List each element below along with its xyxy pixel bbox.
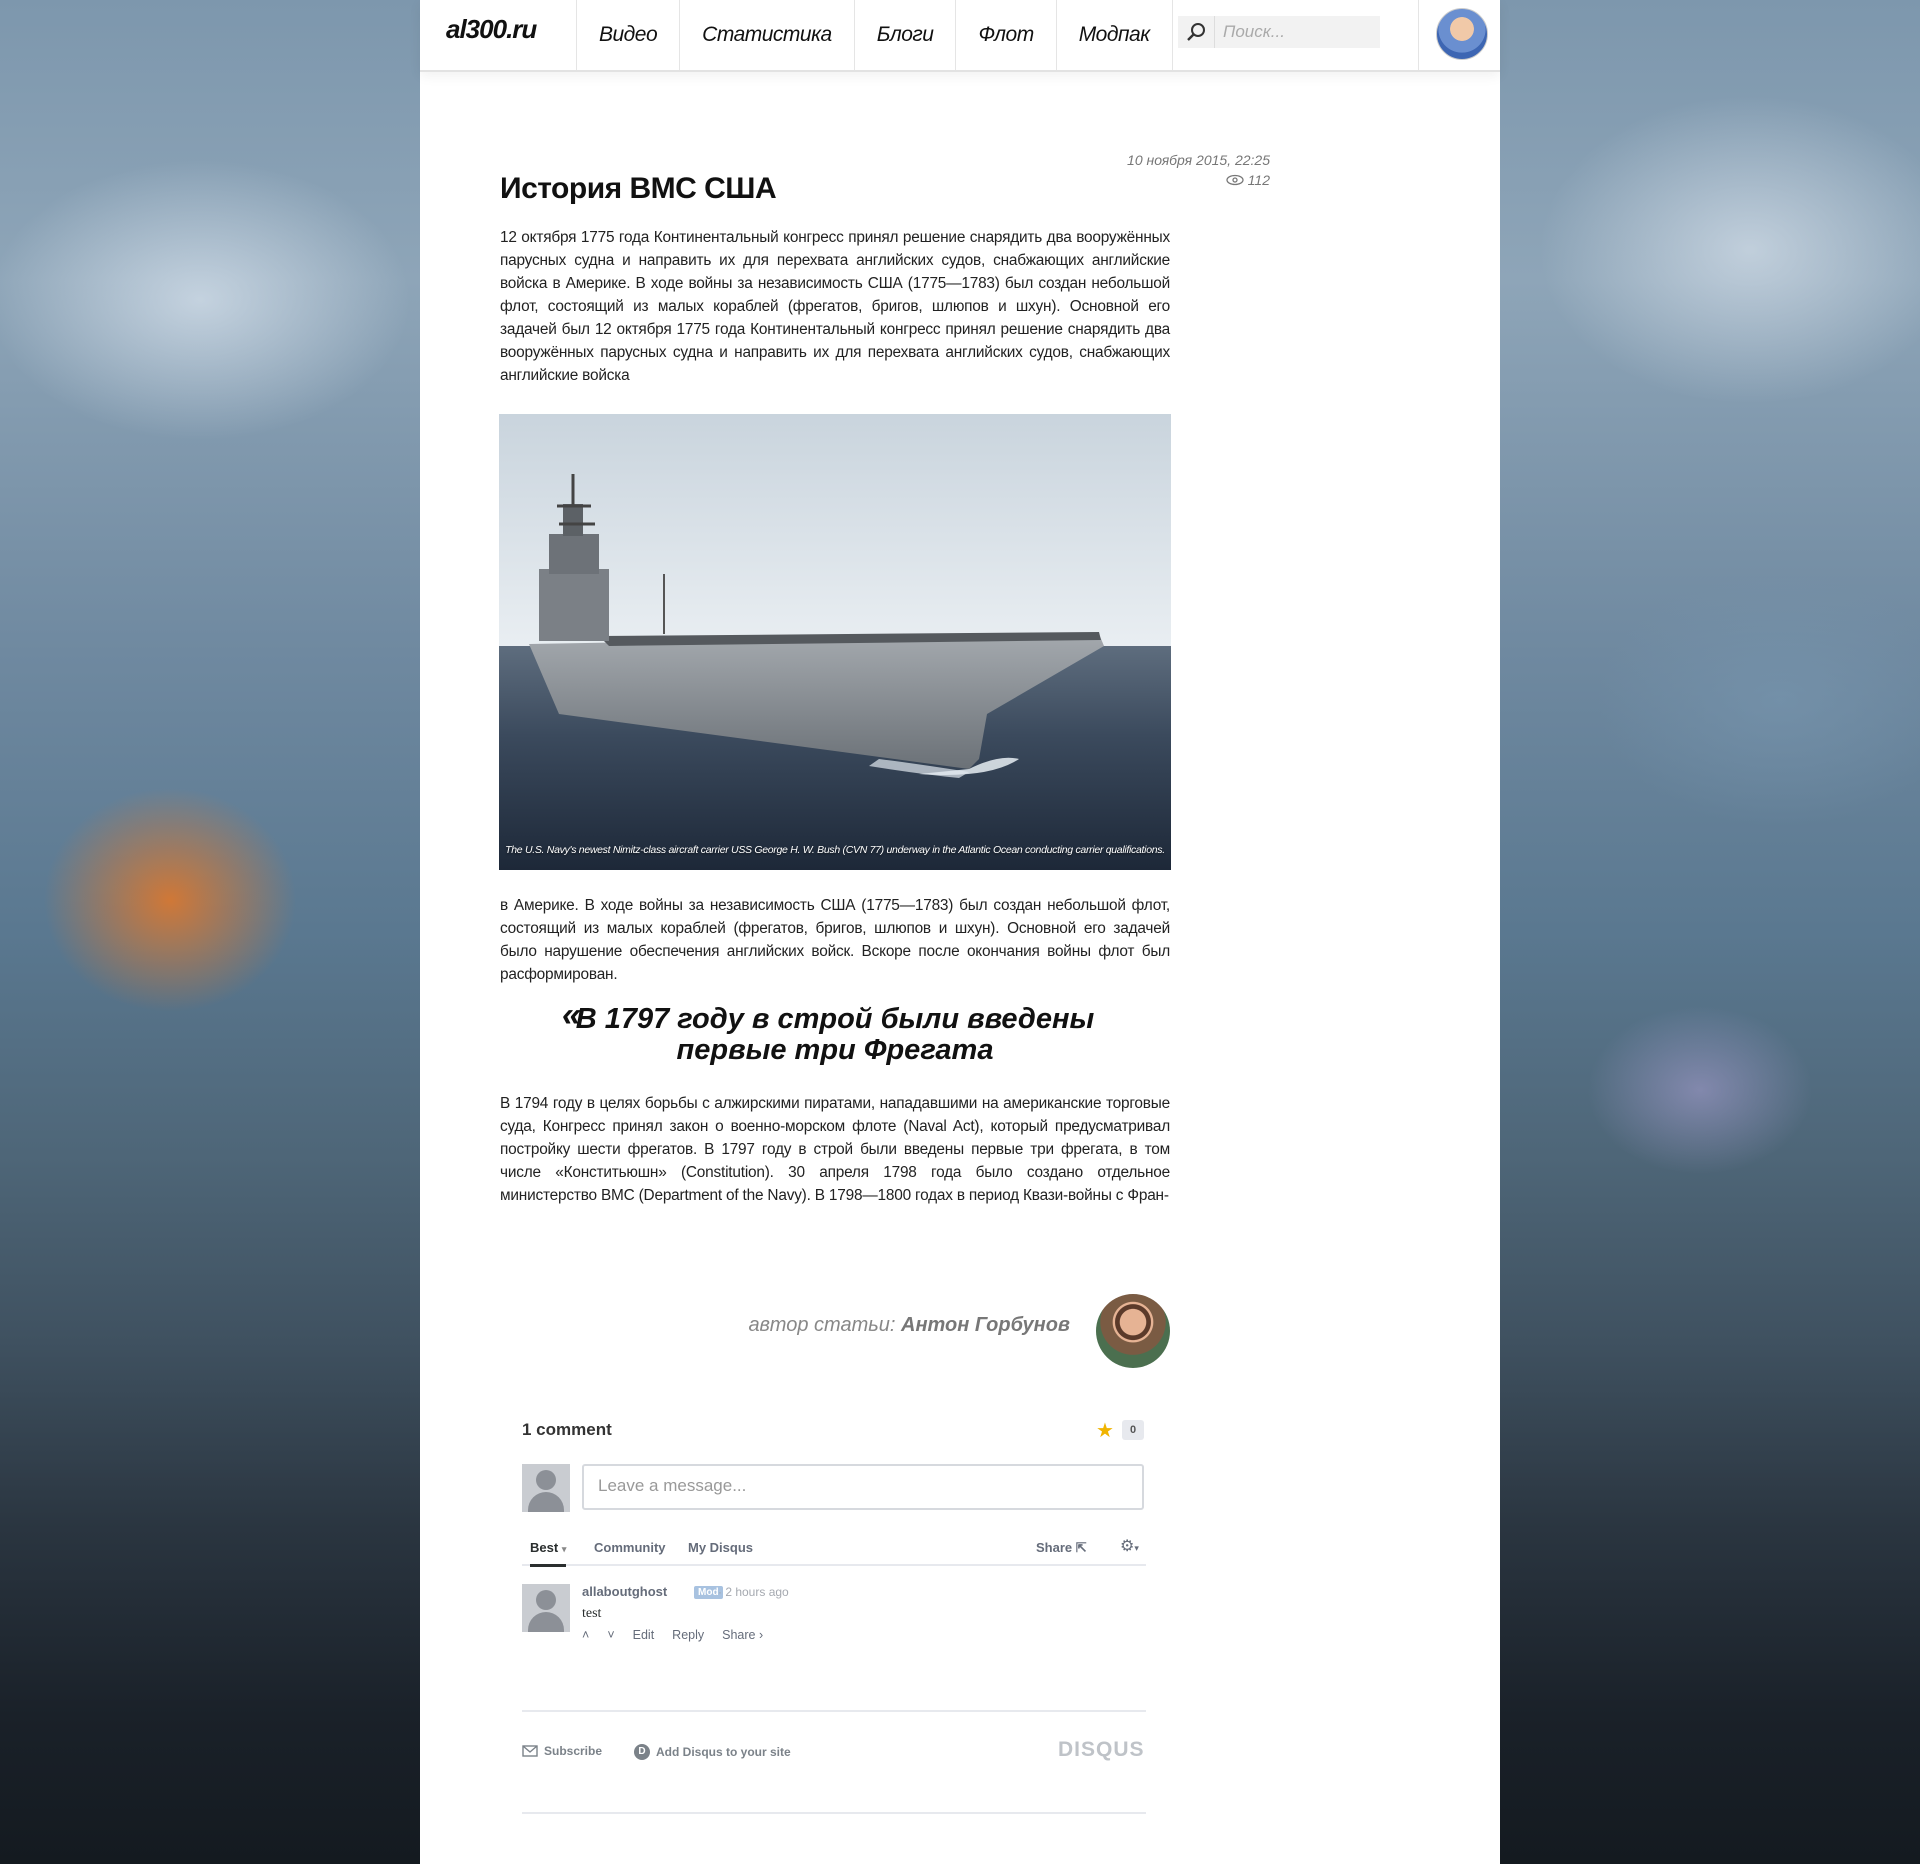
author-name[interactable]: Антон Горбунов (901, 1314, 1070, 1336)
search-input[interactable] (1215, 21, 1375, 43)
disqus-d-icon: D (634, 1744, 650, 1760)
comment-text: test (582, 1606, 602, 1621)
article-image: The U.S. Navy's newest Nimitz-class airc… (499, 414, 1171, 870)
top-navigation-bar: al300.ru Видео Статистика Блоги Флот Мод… (420, 0, 1500, 72)
article-title: История ВМС США (500, 172, 777, 205)
envelope-icon (522, 1745, 538, 1757)
article-paragraph-1: 12 октября 1775 года Континентальный кон… (500, 229, 1170, 384)
chevron-down-icon: ▾ (561, 1544, 567, 1554)
aircraft-carrier-image (499, 414, 1171, 870)
eye-icon (1226, 174, 1244, 186)
current-user-avatar (522, 1464, 570, 1512)
share-icon: ⇱ (1075, 1540, 1087, 1555)
disqus-footer: Subscribe D Add Disqus to your site DISQ… (522, 1710, 1146, 1814)
tab-best-label: Best (530, 1540, 559, 1555)
gear-icon[interactable]: ⚙▾ (1120, 1536, 1139, 1556)
quote-text: В 1797 году в строй были введены первые … (575, 1003, 1095, 1066)
comment-actions: ˄ ˅ Edit Reply Share › (582, 1628, 763, 1642)
star-count: 0 (1122, 1420, 1144, 1440)
reply-link[interactable]: Reply (672, 1628, 704, 1642)
site-logo[interactable]: al300.ru (446, 14, 537, 45)
subscribe-link[interactable]: Subscribe (522, 1744, 602, 1758)
author-line: автор статьи: Антон Горбунов (720, 1314, 1070, 1337)
divider (1418, 0, 1419, 70)
tab-my-disqus[interactable]: My Disqus (688, 1540, 753, 1555)
search-box (1178, 16, 1380, 48)
comment-avatar[interactable] (522, 1584, 570, 1632)
share-link[interactable]: Share › (722, 1628, 763, 1642)
image-caption: The U.S. Navy's newest Nimitz-class airc… (505, 844, 1165, 856)
pull-quote: « В 1797 году в строй были введены первы… (500, 998, 1170, 1066)
tab-best[interactable]: Best ▾ (530, 1540, 567, 1567)
article-paragraph-3: В 1794 году в целях борьбы с алжирскими … (500, 1095, 1170, 1204)
nav-modpack[interactable]: Модпак (1055, 0, 1173, 70)
author-label: автор статьи: (748, 1314, 896, 1336)
upvote-icon[interactable]: ˄ (582, 1628, 589, 1642)
add-disqus-label: Add Disqus to your site (656, 1745, 791, 1759)
tab-community[interactable]: Community (594, 1540, 666, 1555)
comment-time[interactable]: · 2 hours ago (718, 1585, 789, 1599)
nav-fleet[interactable]: Флот (955, 0, 1055, 70)
page-container: al300.ru Видео Статистика Блоги Флот Мод… (420, 0, 1500, 1864)
comment-input[interactable]: Leave a message... (582, 1464, 1144, 1510)
nav-blogs[interactable]: Блоги (853, 0, 956, 70)
comment-author[interactable]: allaboutghost (582, 1584, 667, 1599)
downvote-icon[interactable]: ˅ (607, 1628, 614, 1642)
article-paragraph-2: в Америке. В ходе войны за независимость… (500, 897, 1170, 983)
article-date: 10 ноября 2015, 22:25 (1127, 152, 1270, 168)
edit-link[interactable]: Edit (633, 1628, 655, 1642)
disqus-logo[interactable]: DISQUS (1058, 1738, 1145, 1762)
main-nav: Видео Статистика Блоги Флот Модпак (576, 0, 1173, 70)
comment-count: 1 comment (522, 1420, 612, 1439)
views-count: 112 (1247, 172, 1270, 188)
comment-tabs: Best ▾ Community My Disqus Share ⇱ ⚙▾ (522, 1532, 1146, 1567)
subscribe-label: Subscribe (544, 1744, 603, 1758)
nav-video[interactable]: Видео (576, 0, 679, 70)
star-icon[interactable]: ★ (1096, 1418, 1114, 1443)
search-icon[interactable] (1178, 16, 1215, 48)
article-views: 112 (1120, 172, 1270, 188)
nav-statistics[interactable]: Статистика (679, 0, 854, 70)
user-avatar[interactable] (1436, 8, 1488, 60)
author-avatar[interactable] (1096, 1294, 1170, 1368)
share-label: Share (1036, 1540, 1073, 1555)
share-button[interactable]: Share ⇱ (1036, 1540, 1087, 1556)
add-disqus-link[interactable]: D Add Disqus to your site (634, 1744, 791, 1760)
quote-mark: « (562, 996, 581, 1034)
